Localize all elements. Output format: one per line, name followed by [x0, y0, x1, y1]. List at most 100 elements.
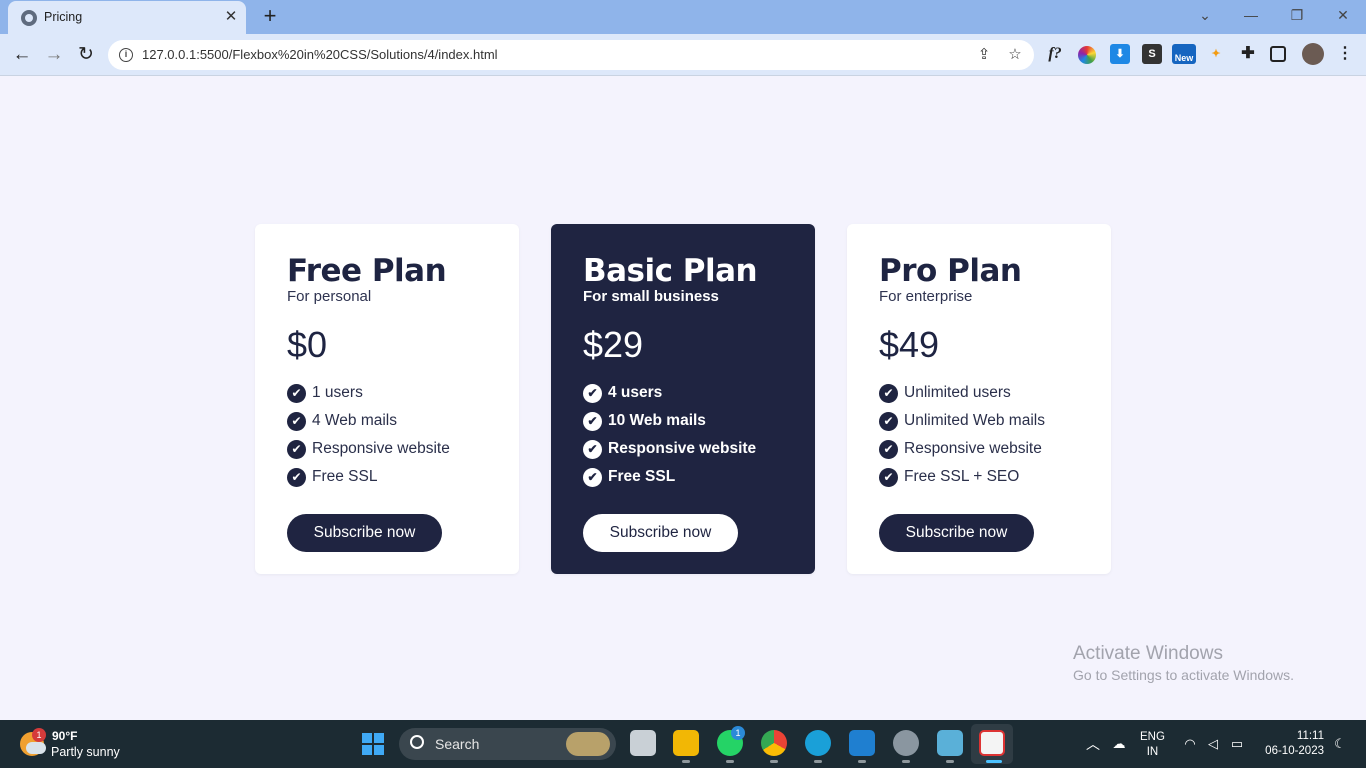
- font-finder-extension-icon[interactable]: f?: [1045, 44, 1065, 64]
- plan-price: $0: [287, 324, 328, 365]
- feature-text: Unlimited users: [904, 384, 1011, 401]
- minimize-button[interactable]: —: [1236, 3, 1266, 27]
- rocket-extension-icon[interactable]: ✦: [1206, 44, 1226, 64]
- vscode-icon[interactable]: [849, 730, 875, 756]
- close-tab-icon[interactable]: ✕: [222, 8, 240, 26]
- weather-condition: Partly sunny: [51, 745, 120, 759]
- feature-item: ✔ 4 Web mails: [287, 407, 487, 435]
- check-circle-icon: ✔: [583, 439, 602, 459]
- feature-text: 4 Web mails: [312, 412, 397, 429]
- feature-list: ✔ Unlimited users ✔ Unlimited Web mails ✔ R…: [879, 379, 1079, 491]
- check-circle-icon: ✔: [287, 467, 306, 487]
- clock[interactable]: 11:11 06-10-2023: [1262, 729, 1324, 759]
- active-indicator: [986, 760, 1002, 763]
- whatsapp-badge: 1: [731, 726, 745, 740]
- chrome-icon[interactable]: [761, 730, 787, 756]
- settings-gear-icon[interactable]: [893, 730, 919, 756]
- running-indicator: [814, 760, 822, 763]
- browser-menu-icon[interactable]: ⋮: [1335, 44, 1355, 64]
- battery-icon[interactable]: ▭: [1229, 736, 1245, 752]
- check-circle-icon: ✔: [583, 411, 602, 431]
- color-picker-extension-icon[interactable]: [1078, 46, 1096, 64]
- language-indicator[interactable]: ENG IN: [1140, 730, 1165, 760]
- new-extension-icon[interactable]: New: [1172, 44, 1196, 64]
- edge-icon[interactable]: [805, 730, 831, 756]
- pricing-cards: Free Plan For personal $0 ✔ 1 users ✔ 4 We…: [255, 224, 1111, 574]
- pro-plan-card: Pro Plan For enterprise $49 ✔ Unlimited u…: [847, 224, 1111, 574]
- running-indicator: [902, 760, 910, 763]
- plan-subtitle: For personal: [287, 288, 372, 305]
- check-circle-icon: ✔: [287, 411, 306, 431]
- volume-icon[interactable]: ◁: [1205, 736, 1221, 752]
- running-indicator: [682, 760, 690, 763]
- browser-toolbar: ← → ↻ i 127.0.0.1:5500/Flexbox%20in%20CS…: [0, 34, 1366, 76]
- feature-text: Free SSL: [608, 468, 676, 485]
- url-text[interactable]: 127.0.0.1:5500/Flexbox%20in%20CSS/Soluti…: [142, 47, 498, 62]
- check-circle-icon: ✔: [879, 411, 898, 431]
- bookmark-star-icon[interactable]: ☆: [1004, 44, 1026, 66]
- check-circle-icon: ✔: [879, 467, 898, 487]
- feature-item: ✔ Free SSL + SEO: [879, 463, 1079, 491]
- s-extension-icon[interactable]: S: [1142, 44, 1162, 64]
- free-plan-card: Free Plan For personal $0 ✔ 1 users ✔ 4 We…: [255, 224, 519, 574]
- running-indicator: [858, 760, 866, 763]
- focus-moon-icon[interactable]: ☾: [1332, 736, 1348, 752]
- profile-avatar[interactable]: [1302, 43, 1324, 65]
- region-code: IN: [1146, 746, 1159, 758]
- new-tab-button[interactable]: +: [258, 5, 282, 29]
- check-circle-icon: ✔: [583, 383, 602, 403]
- address-bar[interactable]: i 127.0.0.1:5500/Flexbox%20in%20CSS/Solu…: [108, 40, 1034, 70]
- feature-item: ✔ Free SSL: [583, 463, 783, 491]
- check-circle-icon: ✔: [287, 383, 306, 403]
- download-extension-icon[interactable]: ⬇: [1110, 44, 1130, 64]
- subscribe-button[interactable]: Subscribe now: [287, 514, 442, 552]
- windows-start-icon[interactable]: [362, 733, 384, 755]
- close-window-button[interactable]: ✕: [1328, 3, 1358, 27]
- site-info-icon[interactable]: i: [119, 48, 133, 62]
- restore-button[interactable]: ❐: [1282, 3, 1312, 27]
- forward-button[interactable]: →: [41, 42, 67, 68]
- feature-item: ✔ 10 Web mails: [583, 407, 783, 435]
- running-indicator: [946, 760, 954, 763]
- notification-badge: 1: [32, 728, 46, 742]
- search-icon: [410, 735, 424, 749]
- feature-text: 10 Web mails: [608, 412, 706, 429]
- onedrive-icon[interactable]: ☁: [1111, 736, 1127, 752]
- tab-search-chevron-icon[interactable]: ⌄: [1190, 3, 1220, 27]
- tab-strip: Pricing ✕ + ⌄ — ❐ ✕: [0, 0, 1366, 34]
- snipping-tool-icon[interactable]: [979, 730, 1005, 756]
- reload-button[interactable]: ↻: [73, 42, 99, 68]
- check-circle-icon: ✔: [879, 439, 898, 459]
- extensions-puzzle-icon[interactable]: ✚: [1238, 44, 1258, 64]
- tray-overflow-chevron-icon[interactable]: ︿: [1086, 734, 1100, 754]
- plan-name: Free Plan: [287, 253, 447, 289]
- feature-item: ✔ Responsive website: [879, 435, 1079, 463]
- subscribe-button[interactable]: Subscribe now: [879, 514, 1034, 552]
- check-circle-icon: ✔: [287, 439, 306, 459]
- check-circle-icon: ✔: [583, 467, 602, 487]
- subscribe-button[interactable]: Subscribe now: [583, 514, 738, 552]
- activation-watermark: Activate Windows Go to Settings to activ…: [1073, 643, 1294, 685]
- feature-item: ✔ Responsive website: [287, 435, 487, 463]
- language-code: ENG: [1140, 731, 1165, 743]
- taskbar-search[interactable]: Search: [399, 728, 616, 760]
- back-button[interactable]: ←: [9, 42, 35, 68]
- plan-subtitle: For small business: [583, 288, 719, 305]
- browser-tab-pricing[interactable]: Pricing ✕: [8, 1, 246, 34]
- feature-item: ✔ 4 users: [583, 379, 783, 407]
- taskbar: 1 90°F Partly sunny Search 1 ︿ ☁ ENG IN …: [0, 720, 1366, 768]
- notepad-icon[interactable]: [937, 730, 963, 756]
- running-indicator: [726, 760, 734, 763]
- feature-item: ✔ Unlimited users: [879, 379, 1079, 407]
- watermark-title: Activate Windows: [1073, 643, 1223, 664]
- plan-price: $29: [583, 324, 644, 365]
- search-label: Search: [435, 736, 480, 752]
- feature-item: ✔ Responsive website: [583, 435, 783, 463]
- side-panel-icon[interactable]: [1270, 46, 1286, 62]
- globe-icon: [21, 10, 37, 26]
- task-view-icon[interactable]: [630, 730, 656, 756]
- wifi-icon[interactable]: ◠: [1182, 736, 1198, 752]
- share-icon[interactable]: ⇪: [973, 44, 995, 66]
- file-explorer-icon[interactable]: [673, 730, 699, 756]
- feature-list: ✔ 1 users ✔ 4 Web mails ✔ Responsive websit…: [287, 379, 487, 491]
